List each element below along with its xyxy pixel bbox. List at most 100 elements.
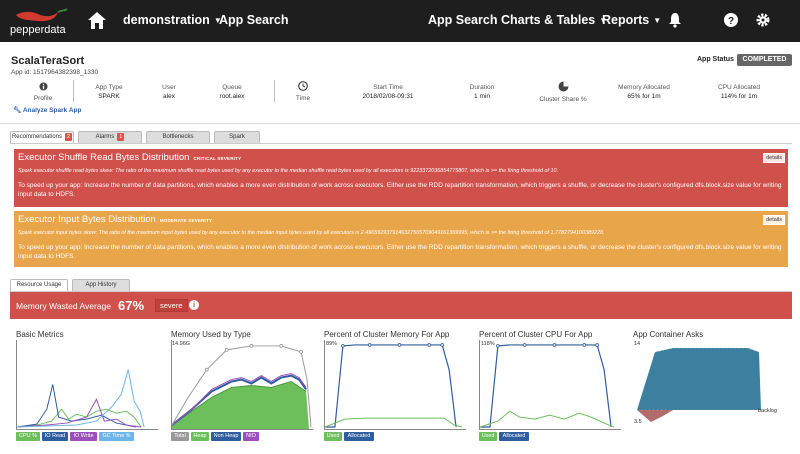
recommendation-advice: To speed up your app: Increase the numbe… — [18, 182, 782, 198]
app-type-stat: App Type SPARK — [92, 83, 126, 101]
memory-by-type-chart — [171, 340, 313, 430]
divider — [274, 80, 275, 102]
legend-heap[interactable]: Heap — [191, 432, 209, 441]
legend-gc-time[interactable]: GC Time % — [99, 432, 134, 441]
nav-app-search[interactable]: App Search — [428, 13, 497, 27]
chart-title-basic-metrics: Basic Metrics — [16, 330, 64, 339]
basic-metrics-chart — [16, 340, 158, 430]
recommendation-detail: Spark executor shuffle read bytes skew: … — [18, 168, 558, 174]
top-navbar: pepperdata demonstration ▼ App Search App… — [0, 0, 800, 42]
tab-spark[interactable]: Spark — [214, 131, 260, 143]
alarms-count-badge: 1 — [117, 133, 125, 141]
profile-stat[interactable]: Profile — [28, 82, 58, 103]
legend-total[interactable]: Total — [171, 432, 189, 441]
legend-allocated[interactable]: Allocated — [344, 432, 374, 441]
used-line — [480, 410, 615, 428]
details-button[interactable]: details — [763, 153, 785, 163]
chart-title-memory-by-type: Memory Used by Type — [171, 330, 251, 339]
heap-area — [172, 381, 310, 429]
chart-title-cluster-cpu: Percent of Cluster CPU For App — [479, 330, 593, 339]
legend-non-heap[interactable]: Non Heap — [211, 432, 241, 441]
cpu-allocated-value: 114% for 1m — [720, 93, 758, 100]
memory-wasted-banner: Memory Wasted Average 67% severe i — [10, 292, 792, 319]
tab-bottlenecks[interactable]: Bottlenecks — [146, 131, 210, 143]
duration-label: Duration — [469, 84, 495, 91]
clock-icon — [298, 81, 308, 91]
app-id: App id: 1517964382398_1330 — [11, 69, 99, 76]
recommendation-detail: Spark executor input bytes skew: The rat… — [18, 230, 605, 236]
legend-allocated[interactable]: Allocated — [499, 432, 529, 441]
recommendation-card-critical: Executor Shuffle Read Bytes Distribution… — [14, 149, 788, 207]
app-type-value: SPARK — [98, 93, 120, 100]
app-status-label: App Status — [697, 56, 734, 63]
legend-io-read[interactable]: IO Read — [42, 432, 68, 441]
duration-value: 1 min — [474, 93, 490, 100]
svg-text:?: ? — [728, 16, 734, 27]
wrench-icon: 🔧︎ — [13, 107, 22, 114]
info-icon[interactable]: i — [189, 300, 199, 310]
queue-value: root.alex — [219, 93, 245, 100]
cluster-share-stat: Cluster Share % — [536, 81, 590, 104]
home-icon[interactable] — [86, 10, 108, 30]
user-stat: User alex — [154, 83, 184, 101]
help-icon[interactable]: ? — [723, 12, 739, 28]
pie-chart-icon — [558, 81, 568, 92]
tab-recommendations[interactable]: Recommendations 2 — [10, 131, 74, 143]
memory-allocated-label: Memory Allocated — [618, 84, 670, 91]
app-type-label: App Type — [95, 84, 123, 91]
tab-alarms[interactable]: Alarms 1 — [78, 131, 142, 143]
cluster-selector[interactable]: demonstration ▼ — [123, 13, 222, 27]
cluster-share-label: Cluster Share % — [539, 96, 587, 103]
io-write-series — [17, 398, 142, 428]
memory-wasted-value: 67% — [118, 298, 145, 313]
legend-nio[interactable]: NIO — [243, 432, 259, 441]
time-label: Time — [295, 95, 311, 102]
user-label: User — [162, 84, 176, 91]
start-time-label: Start Time — [373, 84, 403, 91]
recommendations-count-badge: 2 — [64, 133, 73, 141]
duration-stat: Duration 1 min — [462, 83, 502, 101]
profile-label: Profile — [33, 95, 53, 102]
section-title: App Search — [219, 13, 289, 27]
info-icon — [38, 82, 48, 91]
analyze-spark-app-link[interactable]: 🔧︎ Analyze Spark App — [13, 106, 81, 114]
chevron-down-icon: ▼ — [653, 16, 662, 26]
details-button[interactable]: details — [763, 215, 785, 225]
chart-title-cluster-memory: Percent of Cluster Memory For App — [324, 330, 450, 339]
tab-app-history[interactable]: App History — [72, 279, 130, 291]
container-asks-chart — [637, 347, 761, 422]
user-value: alex — [163, 93, 175, 100]
status-badge: COMPLETED — [737, 54, 792, 66]
cluster-cpu-chart — [479, 340, 621, 430]
legend-used[interactable]: Used — [479, 432, 497, 441]
queue-label: Queue — [222, 84, 242, 91]
divider — [73, 80, 74, 102]
memory-wasted-label: Memory Wasted Average — [16, 301, 111, 311]
gear-icon[interactable] — [755, 12, 771, 28]
used-line — [325, 417, 463, 428]
bell-icon[interactable] — [667, 12, 683, 28]
app-title: ScalaTeraSort — [11, 55, 85, 67]
start-time-stat: Start Time 2018/02/08-09:31 — [354, 83, 422, 101]
tab-resource-usage[interactable]: Resource Usage — [10, 279, 68, 291]
tab-panel-border — [10, 143, 792, 144]
memory-wasted-severity: severe — [155, 299, 188, 312]
legend-cpu[interactable]: CPU % — [16, 432, 40, 441]
backlog-label: backlog — [758, 408, 777, 414]
cpu-allocated-label: CPU Allocated — [718, 84, 760, 91]
recommendation-card-moderate: Executor Input Bytes Distribution MODERAT… — [14, 211, 788, 267]
chart-title-container-asks: App Container Asks — [633, 330, 704, 339]
logo-text: pepperdata — [10, 24, 67, 36]
legend-used[interactable]: Used — [324, 432, 342, 441]
pepperdata-logo[interactable]: pepperdata — [8, 6, 76, 36]
allocated-line — [480, 344, 612, 428]
allocated-line — [325, 344, 457, 428]
cpu-allocated-stat: CPU Allocated 114% for 1m — [705, 83, 773, 101]
legend-io-write[interactable]: IO Write — [70, 432, 97, 441]
severity-label: MODERATE SEVERITY — [159, 218, 213, 223]
nav-reports[interactable]: Reports ▼ — [602, 13, 661, 27]
asks-area — [637, 348, 761, 410]
recommendation-advice: To speed up your app: Increase the numbe… — [18, 244, 782, 260]
nav-charts-tables[interactable]: Charts & Tables ▼ — [501, 13, 607, 27]
backlog-area — [637, 410, 673, 422]
